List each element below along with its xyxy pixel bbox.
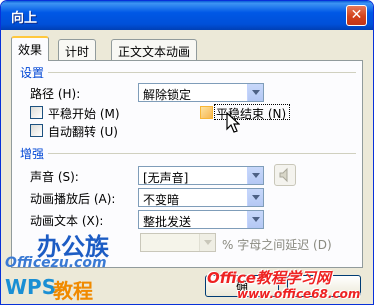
sound-settings-button[interactable] [274,164,296,186]
after-animation-label: 动画播放后 (A): [30,192,116,206]
wps-logo-latin: WPS [5,275,57,299]
enhancements-divider [48,153,356,154]
enhancements-section-title: 增强 [20,147,45,161]
settings-divider [48,72,356,73]
chevron-down-icon [247,84,263,101]
smooth-start-checkbox[interactable] [30,106,43,119]
close-icon: ✕ [350,7,363,23]
path-select[interactable]: 解除锁定 [138,83,264,102]
after-animation-select-value: 不变暗 [143,193,180,207]
path-select-value: 解除锁定 [143,88,192,102]
path-label: 路径 (H): [30,87,81,101]
sound-select[interactable]: [无声音] [138,166,264,185]
smooth-start-label: 平稳开始 (M) [48,107,120,121]
tab-effect-label: 效果 [18,43,43,57]
tab-timing[interactable]: 计时 [58,39,97,60]
letter-delay-label: % 字母之间延迟 (D) [222,238,332,252]
chevron-down-icon [247,189,263,206]
chevron-down-icon [247,211,263,228]
office68-site-url: www.office68.com [237,287,361,301]
office68-site-title: Office教程学习网 [207,269,331,287]
animate-text-select-value: 整批发送 [143,215,192,229]
close-button[interactable]: ✕ [346,5,367,26]
speaker-icon [279,167,288,183]
wps-logo-cjk: 教程 [53,279,93,303]
wps-tutorial-logo: WPS 教程 [5,273,115,303]
smooth-end-checkbox[interactable] [200,106,213,119]
tab-timing-label: 计时 [65,45,90,59]
officezu-logo: 办公族 [37,227,127,261]
officezu-site-text: Officezu.com [5,255,107,271]
mouse-cursor-icon [226,112,240,133]
settings-section-title: 设置 [20,66,45,80]
tab-effect[interactable]: 效果 [11,36,50,61]
sound-label: 声音 (S): [30,170,79,184]
animation-effect-dialog: 向上 ✕ 效果 计时 正文文本动画 设置 路径 (H): 解除锁定 平稳开始 (… [0,0,374,305]
sound-select-value: [无声音] [143,171,189,185]
chevron-down-icon [247,167,263,184]
tab-text-animation[interactable]: 正文文本动画 [111,39,198,60]
spinner-arrows-icon [199,234,215,251]
auto-reverse-checkbox[interactable] [30,124,43,137]
title-bar[interactable]: 向上 ✕ [1,1,373,30]
after-animation-select[interactable]: 不变暗 [138,188,264,207]
letter-delay-spinner[interactable] [140,233,216,252]
auto-reverse-label: 自动翻转 (U) [48,125,118,139]
window-title: 向上 [11,11,38,26]
animate-text-select[interactable]: 整批发送 [138,210,264,229]
tab-text-animation-label: 正文文本动画 [118,45,191,59]
